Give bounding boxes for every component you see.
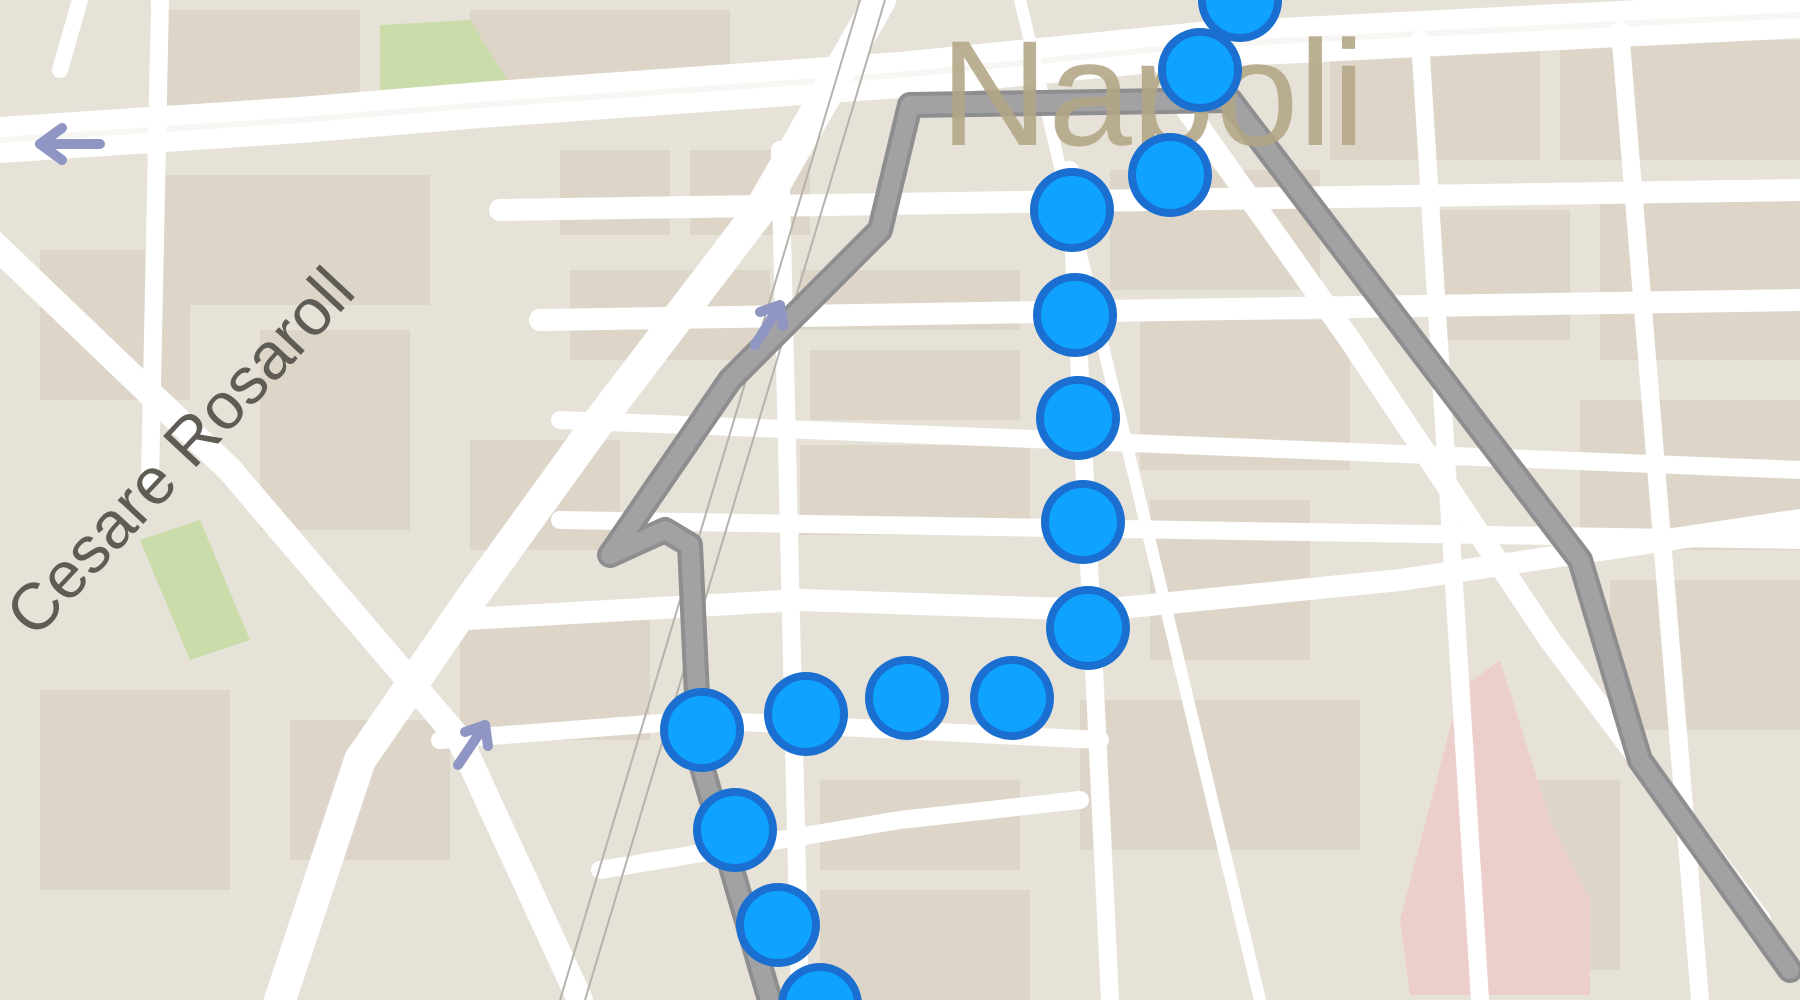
route-waypoint-marker[interactable] [1158, 28, 1242, 112]
route-waypoint-marker[interactable] [1036, 376, 1120, 460]
map-canvas[interactable]: Napoli Cesare Rosaroll [0, 0, 1800, 1000]
route-waypoint-marker[interactable] [1041, 480, 1125, 564]
route-waypoint-marker[interactable] [1128, 133, 1212, 217]
route-waypoint-marker[interactable] [1033, 273, 1117, 357]
route-waypoint-marker[interactable] [736, 883, 820, 967]
route-waypoint-marker[interactable] [865, 656, 949, 740]
route-waypoint-marker[interactable] [1030, 168, 1114, 252]
route-waypoint-marker[interactable] [1046, 586, 1130, 670]
route-waypoint-marker[interactable] [764, 672, 848, 756]
route-waypoint-marker[interactable] [660, 688, 744, 772]
route-waypoint-marker[interactable] [693, 788, 777, 872]
route-waypoint-marker[interactable] [970, 656, 1054, 740]
